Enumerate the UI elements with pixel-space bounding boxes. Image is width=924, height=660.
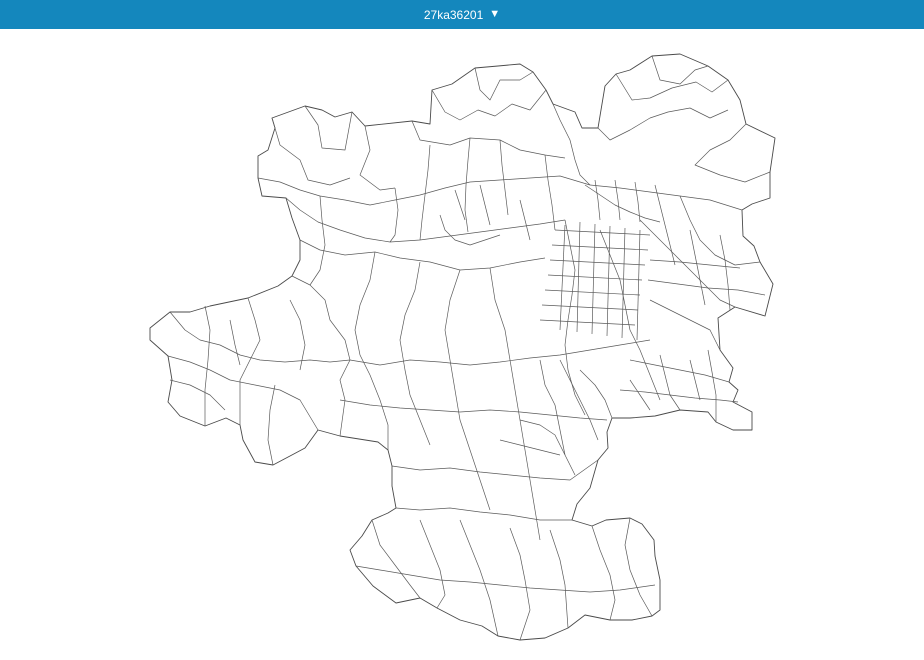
city-outline — [149, 53, 776, 641]
area-selector-dropdown[interactable]: 27ka36201 ▼ — [424, 8, 500, 22]
triangle-down-icon: ▼ — [489, 8, 501, 20]
boundary-map[interactable] — [0, 29, 924, 660]
area-code-label: 27ka36201 — [423, 7, 484, 22]
map-canvas — [149, 53, 776, 641]
header-bar: 27ka36201 ▼ — [0, 0, 924, 29]
